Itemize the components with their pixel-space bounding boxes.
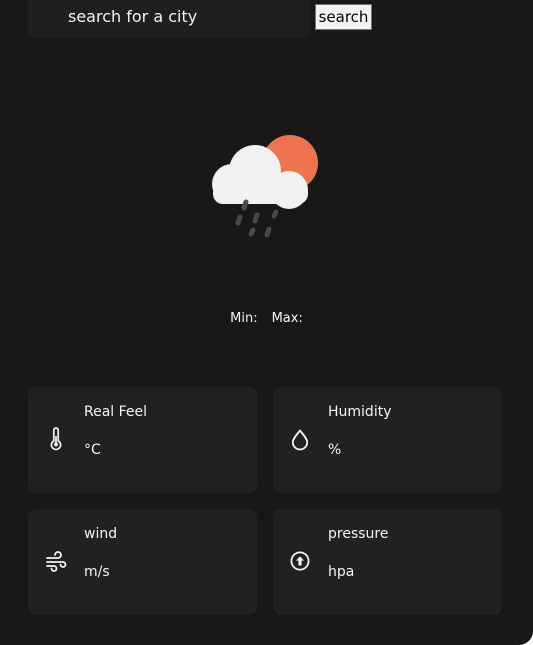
humidity-title: Humidity xyxy=(328,404,392,420)
droplet-icon xyxy=(291,429,309,451)
wind-card: wind m/s xyxy=(28,509,257,615)
wind-icon xyxy=(46,551,67,572)
humidity-value: % xyxy=(328,442,342,458)
wind-value: m/s xyxy=(84,564,110,580)
weather-app: search Min: Max: Real Feel °C xyxy=(0,0,533,645)
rain-drops-icon xyxy=(235,199,279,238)
search-button[interactable]: search xyxy=(315,4,372,30)
pressure-card: pressure hpa xyxy=(273,509,502,615)
search-input[interactable] xyxy=(68,3,298,29)
real-feel-value: °C xyxy=(84,442,101,458)
min-max-temperature: Min: Max: xyxy=(0,311,533,326)
real-feel-title: Real Feel xyxy=(84,404,148,420)
pressure-title: pressure xyxy=(328,526,389,542)
thermometer-icon xyxy=(50,427,62,451)
sun-behind-rain-cloud-icon xyxy=(212,135,318,238)
pressure-value: hpa xyxy=(328,564,355,580)
min-temp-label: Min: xyxy=(230,311,258,326)
pressure-arrow-icon xyxy=(290,551,310,571)
wind-title: wind xyxy=(84,526,118,542)
real-feel-card: Real Feel °C xyxy=(28,387,257,493)
search-bar xyxy=(28,0,310,38)
max-temp-label: Max: xyxy=(271,311,303,326)
humidity-card: Humidity % xyxy=(273,387,502,493)
